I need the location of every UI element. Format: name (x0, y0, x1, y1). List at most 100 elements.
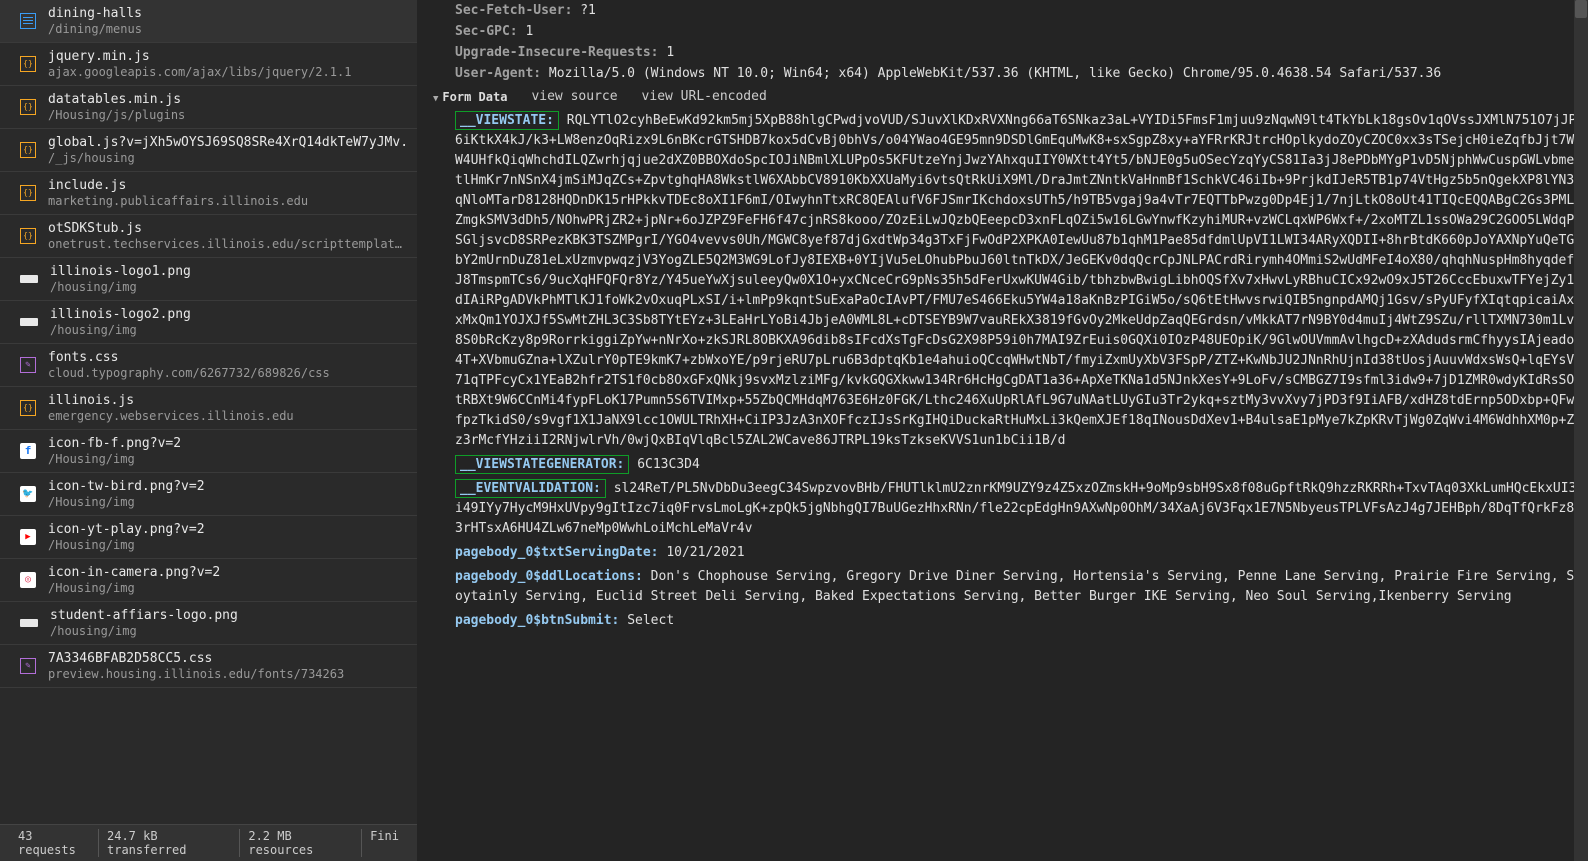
form-key: __VIEWSTATEGENERATOR: (455, 455, 629, 474)
header-key: Sec-GPC: (455, 24, 518, 39)
form-value: Select (619, 613, 674, 628)
request-path: /housing/img (50, 323, 409, 337)
form-key: __EVENTVALIDATION: (455, 479, 606, 498)
img-icon (20, 619, 38, 627)
request-name: global.js?v=jXh5wOYSJ69SQ8SRe4XrQ14dkTeW… (48, 135, 409, 150)
form-data-entry: __EVENTVALIDATION: sl24ReT/PL5NvDbDu3eeg… (433, 477, 1582, 541)
form-key: pagebody_0$ddlLocations: (455, 569, 643, 584)
css-icon (20, 658, 36, 674)
tw-icon (20, 486, 36, 502)
request-path: ajax.googleapis.com/ajax/libs/jquery/2.1… (48, 65, 409, 79)
request-row[interactable]: fonts.csscloud.typography.com/6267732/68… (0, 344, 417, 387)
request-name: otSDKStub.js (48, 221, 409, 236)
doc-icon (20, 13, 36, 29)
request-path: /Housing/img (48, 538, 409, 552)
request-row[interactable]: include.jsmarketing.publicaffairs.illino… (0, 172, 417, 215)
js-icon (20, 99, 36, 115)
request-name: illinois.js (48, 393, 409, 408)
request-name: student-affiars-logo.png (50, 608, 409, 623)
header-value: ?1 (572, 3, 595, 18)
request-name: dining-halls (48, 6, 409, 21)
request-name: 7A3346BFAB2D58CC5.css (48, 651, 409, 666)
request-row[interactable]: datatables.min.js/Housing/js/plugins (0, 86, 417, 129)
request-name: icon-yt-play.png?v=2 (48, 522, 409, 537)
form-value: RQLYTlO2cyhBeEwKd92km5mj5XpB88hlgCPwdjvo… (455, 113, 1576, 448)
js-icon (20, 228, 36, 244)
request-header-line: User-Agent: Mozilla/5.0 (Windows NT 10.0… (433, 63, 1582, 84)
status-finish: Fini (362, 829, 407, 857)
request-path: /Housing/img (48, 495, 409, 509)
request-path: emergency.webservices.illinois.edu (48, 409, 409, 423)
request-row[interactable]: global.js?v=jXh5wOYSJ69SQ8SRe4XrQ14dkTeW… (0, 129, 417, 172)
header-value: 1 (659, 45, 675, 60)
js-icon (20, 400, 36, 416)
img-icon (20, 275, 38, 283)
request-row[interactable]: icon-fb-f.png?v=2/Housing/img (0, 430, 417, 473)
header-key: Upgrade-Insecure-Requests: (455, 45, 659, 60)
form-data-entry: pagebody_0$btnSubmit: Select (433, 609, 1582, 633)
request-path: /housing/img (50, 280, 409, 294)
request-row[interactable]: icon-yt-play.png?v=2/Housing/img (0, 516, 417, 559)
request-path: onetrust.techservices.illinois.edu/scrip… (48, 237, 409, 251)
request-name: fonts.css (48, 350, 409, 365)
form-key: pagebody_0$txtServingDate: (455, 545, 659, 560)
form-data-toggle[interactable]: Form Data (433, 90, 507, 104)
request-path: preview.housing.illinois.edu/fonts/73426… (48, 667, 409, 681)
ig-icon (20, 572, 36, 588)
request-row[interactable]: illinois-logo2.png/housing/img (0, 301, 417, 344)
status-resources: 2.2 MB resources (240, 829, 362, 857)
form-data-entry: pagebody_0$ddlLocations: Don's Chophouse… (433, 565, 1582, 609)
view-url-encoded-link[interactable]: view URL-encoded (642, 89, 767, 104)
request-header-line: Upgrade-Insecure-Requests: 1 (433, 42, 1582, 63)
form-data-entry: __VIEWSTATEGENERATOR: 6C13C3D4 (433, 453, 1582, 477)
request-path: /dining/menus (48, 22, 409, 36)
form-key: pagebody_0$btnSubmit: (455, 613, 619, 628)
fb-icon (20, 443, 36, 459)
form-value: 6C13C3D4 (629, 457, 699, 472)
scrollbar-track[interactable] (1574, 0, 1588, 861)
form-value: sl24ReT/PL5NvDbDu3eegC34SwpzvovBHb/FHUTl… (455, 481, 1576, 536)
request-row[interactable]: dining-halls/dining/menus (0, 0, 417, 43)
js-icon (20, 185, 36, 201)
request-name: illinois-logo1.png (50, 264, 409, 279)
view-source-link[interactable]: view source (531, 89, 617, 104)
form-data-entry: __VIEWSTATE: RQLYTlO2cyhBeEwKd92km5mj5Xp… (433, 109, 1582, 453)
request-name: include.js (48, 178, 409, 193)
request-header-line: Sec-Fetch-User: ?1 (433, 0, 1582, 21)
request-name: icon-tw-bird.png?v=2 (48, 479, 409, 494)
request-list[interactable]: dining-halls/dining/menusjquery.min.jsaj… (0, 0, 417, 824)
scrollbar-thumb[interactable] (1575, 0, 1587, 18)
request-path: /Housing/img (48, 452, 409, 466)
request-row[interactable]: icon-tw-bird.png?v=2/Housing/img (0, 473, 417, 516)
form-value: 10/21/2021 (659, 545, 745, 560)
js-icon (20, 56, 36, 72)
status-bar: 43 requests 24.7 kB transferred 2.2 MB r… (0, 824, 417, 861)
request-path: /Housing/js/plugins (48, 108, 409, 122)
request-row[interactable]: icon-in-camera.png?v=2/Housing/img (0, 559, 417, 602)
request-row[interactable]: illinois-logo1.png/housing/img (0, 258, 417, 301)
header-value: Mozilla/5.0 (Windows NT 10.0; Win64; x64… (541, 66, 1441, 81)
request-row[interactable]: student-affiars-logo.png/housing/img (0, 602, 417, 645)
request-path: /Housing/img (48, 581, 409, 595)
request-path: cloud.typography.com/6267732/689826/css (48, 366, 409, 380)
yt-icon (20, 529, 36, 545)
form-data-entry: pagebody_0$txtServingDate: 10/21/2021 (433, 541, 1582, 565)
status-transferred: 24.7 kB transferred (99, 829, 240, 857)
request-row[interactable]: illinois.jsemergency.webservices.illinoi… (0, 387, 417, 430)
request-name: illinois-logo2.png (50, 307, 409, 322)
request-header-line: Sec-GPC: 1 (433, 21, 1582, 42)
network-sidebar: dining-halls/dining/menusjquery.min.jsaj… (0, 0, 417, 861)
request-path: /_js/housing (48, 151, 409, 165)
header-key: Sec-Fetch-User: (455, 3, 572, 18)
request-row[interactable]: jquery.min.jsajax.googleapis.com/ajax/li… (0, 43, 417, 86)
css-icon (20, 357, 36, 373)
form-key: __VIEWSTATE: (455, 111, 559, 130)
request-name: icon-fb-f.png?v=2 (48, 436, 409, 451)
js-icon (20, 142, 36, 158)
request-row[interactable]: 7A3346BFAB2D58CC5.csspreview.housing.ill… (0, 645, 417, 688)
request-row[interactable]: otSDKStub.jsonetrust.techservices.illino… (0, 215, 417, 258)
request-name: datatables.min.js (48, 92, 409, 107)
details-panel: Sec-Fetch-User: ?1Sec-GPC: 1Upgrade-Inse… (417, 0, 1588, 861)
request-name: jquery.min.js (48, 49, 409, 64)
request-name: icon-in-camera.png?v=2 (48, 565, 409, 580)
